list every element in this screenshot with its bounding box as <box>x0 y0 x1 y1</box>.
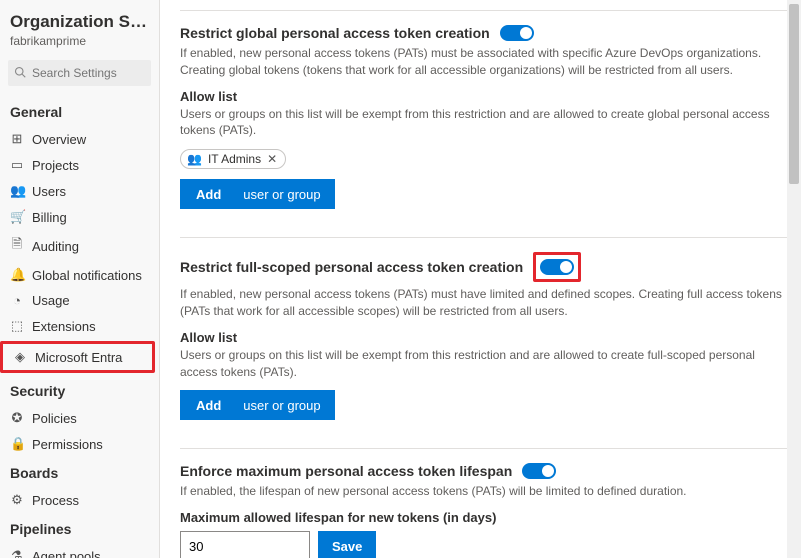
sidebar-item-agent-pools[interactable]: ⚗Agent pools <box>0 543 159 558</box>
restrict-global-pat-title: Restrict global personal access token cr… <box>180 25 490 41</box>
sidebar-item-usage[interactable]: ◔Usage <box>0 288 159 313</box>
restrict-full-scoped-pat-toggle[interactable] <box>540 259 574 275</box>
scrollbar-thumb[interactable] <box>789 4 799 184</box>
entra-icon: ◈ <box>13 349 27 365</box>
allow-list-desc-2: Users or groups on this list will be exe… <box>180 347 789 381</box>
users-icon: 👥 <box>10 183 24 199</box>
sidebar-item-process[interactable]: ⚙Process <box>0 487 159 513</box>
restrict-global-pat-toggle[interactable] <box>500 25 534 41</box>
section-pipelines: Pipelines <box>0 513 159 543</box>
sidebar-item-global-notifications[interactable]: 🔔Global notifications <box>0 262 159 288</box>
divider <box>180 10 789 11</box>
section-security: Security <box>0 375 159 405</box>
sidebar-item-extensions[interactable]: ⬚Extensions <box>0 313 159 339</box>
max-lifespan-input[interactable] <box>180 531 310 558</box>
enforce-max-lifespan-toggle[interactable] <box>522 463 556 479</box>
main-content: Restrict global personal access token cr… <box>160 0 801 558</box>
scrollbar-track[interactable] <box>787 0 801 558</box>
allow-list-desc-1: Users or groups on this list will be exe… <box>180 106 789 140</box>
section-boards: Boards <box>0 457 159 487</box>
bell-icon: 🔔 <box>10 267 24 283</box>
add-user-or-group-button-2[interactable]: Add user or group <box>180 390 335 420</box>
lock-icon: 🔒 <box>10 436 24 452</box>
sidebar-item-projects[interactable]: ▭Projects <box>0 152 159 178</box>
allow-list-chip-it-admins[interactable]: 👥 IT Admins ✕ <box>180 149 286 169</box>
search-input[interactable] <box>32 66 145 80</box>
sidebar-item-policies[interactable]: ✪Policies <box>0 405 159 431</box>
max-lifespan-field-label: Maximum allowed lifespan for new tokens … <box>180 510 789 525</box>
org-name: fabrikamprime <box>0 34 159 56</box>
save-button[interactable]: Save <box>318 531 376 558</box>
process-icon: ⚙ <box>10 492 24 508</box>
sidebar: Organization S… fabrikamprime General ⊞O… <box>0 0 160 558</box>
sidebar-item-users[interactable]: 👥Users <box>0 178 159 204</box>
highlight-box <box>533 252 581 282</box>
section-general: General <box>0 96 159 126</box>
sidebar-item-overview[interactable]: ⊞Overview <box>0 126 159 152</box>
divider <box>180 448 789 449</box>
usage-icon: ◔ <box>10 293 24 308</box>
overview-icon: ⊞ <box>10 131 24 147</box>
enforce-max-lifespan-title: Enforce maximum personal access token li… <box>180 463 512 479</box>
search-icon <box>14 66 26 81</box>
restrict-global-pat-desc: If enabled, new personal access tokens (… <box>180 45 789 79</box>
sidebar-item-microsoft-entra[interactable]: ◈Microsoft Entra <box>3 344 152 370</box>
restrict-full-scoped-pat-desc: If enabled, new personal access tokens (… <box>180 286 789 320</box>
enforce-max-lifespan-desc: If enabled, the lifespan of new personal… <box>180 483 789 500</box>
restrict-global-pat-title-row: Restrict global personal access token cr… <box>180 25 789 41</box>
search-settings[interactable] <box>8 60 151 86</box>
sidebar-item-permissions[interactable]: 🔒Permissions <box>0 431 159 457</box>
restrict-full-scoped-pat-title: Restrict full-scoped personal access tok… <box>180 259 523 275</box>
auditing-icon: 🗎 <box>10 235 24 257</box>
agent-icon: ⚗ <box>10 548 24 558</box>
chip-remove-icon[interactable]: ✕ <box>267 152 277 166</box>
sidebar-item-auditing[interactable]: 🗎Auditing <box>0 230 159 262</box>
divider <box>180 237 789 238</box>
sidebar-item-billing[interactable]: 🛒Billing <box>0 204 159 230</box>
enforce-max-lifespan-title-row: Enforce maximum personal access token li… <box>180 463 789 479</box>
add-user-or-group-button-1[interactable]: Add user or group <box>180 179 335 209</box>
allow-list-label-1: Allow list <box>180 89 789 104</box>
extensions-icon: ⬚ <box>10 318 24 334</box>
policies-icon: ✪ <box>10 410 24 426</box>
billing-icon: 🛒 <box>10 209 24 225</box>
projects-icon: ▭ <box>10 157 24 173</box>
allow-list-label-2: Allow list <box>180 330 789 345</box>
group-icon: 👥 <box>187 152 202 166</box>
org-settings-title: Organization S… <box>0 6 159 34</box>
restrict-full-scoped-pat-title-row: Restrict full-scoped personal access tok… <box>180 252 789 282</box>
